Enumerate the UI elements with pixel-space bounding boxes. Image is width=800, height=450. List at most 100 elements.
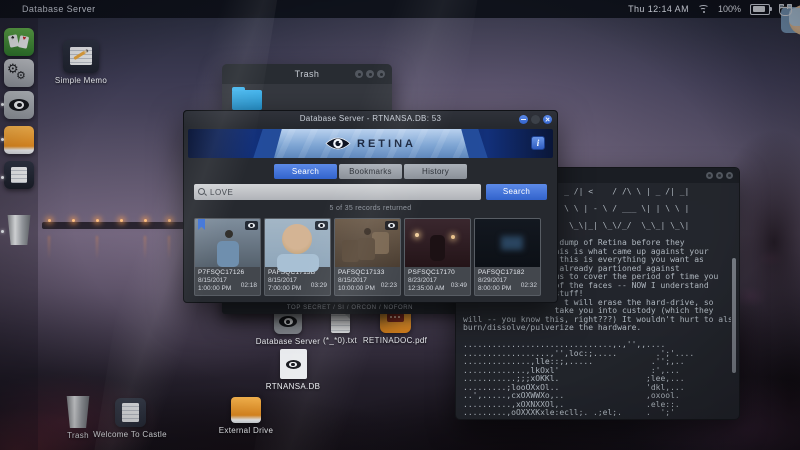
- running-indicator: [1, 103, 4, 106]
- active-app-title: Database Server: [22, 4, 96, 14]
- retina-logo-text: RETINA: [357, 137, 416, 150]
- record-time: 10:00:00 PM: [338, 285, 375, 292]
- database-server-window: Database Server - RTNANSA.DB: 53 RETINA …: [183, 110, 558, 303]
- record-duration: 02:23: [380, 281, 397, 289]
- record-id: PAFSQC17182: [478, 269, 525, 276]
- video-thumbnail: [335, 219, 400, 267]
- gear-icon: ⚙: [16, 70, 26, 82]
- record-id: PAFSQC17133: [338, 269, 385, 276]
- external-drive-icon: [231, 397, 261, 423]
- record-date: 8/29/2017: [478, 277, 507, 284]
- record-time: 7:00:00 PM: [268, 285, 302, 292]
- record-card[interactable]: PAFSQC1713B 8/15/2017 7:00:00 PM 03:29: [264, 218, 331, 296]
- viewed-eye-icon: [245, 221, 258, 230]
- desktop-icon-rtnansa-db[interactable]: RTNANSA.DB: [263, 349, 323, 391]
- text-file-icon: [330, 311, 350, 333]
- record-date: 8/15/2017: [268, 277, 297, 284]
- record-card[interactable]: PAFSQC17182 8/29/2017 8:00:00 PM 02:32: [474, 218, 541, 296]
- record-id: PSFSQC17170: [408, 269, 456, 276]
- record-date: 8/15/2017: [198, 277, 227, 284]
- record-time: 1:00:00 PM: [198, 285, 232, 292]
- eye-icon: [279, 316, 297, 327]
- dock-item-solitaire[interactable]: ♠ ♥: [4, 28, 34, 56]
- dock-item-trash[interactable]: [7, 215, 31, 245]
- record-duration: 03:29: [310, 281, 327, 289]
- search-field[interactable]: [194, 184, 481, 200]
- desktop-icon-welcome-to-castle[interactable]: Welcome To Castle: [93, 398, 167, 439]
- tab-history[interactable]: History: [404, 164, 467, 179]
- tab-bookmarks[interactable]: Bookmarks: [339, 164, 402, 179]
- document-app-icon: [114, 398, 146, 427]
- eye-icon: [285, 360, 301, 369]
- info-button[interactable]: i: [531, 136, 545, 150]
- maximize-button[interactable]: [366, 70, 374, 78]
- help-button[interactable]: [531, 115, 540, 124]
- background-pier: [42, 212, 192, 272]
- video-thumbnail: [475, 219, 540, 267]
- retina-banner: RETINA i: [188, 129, 553, 158]
- record-duration: 02:32: [520, 281, 537, 289]
- desktop-icon-txt-file[interactable]: (*_*0).txt: [314, 311, 366, 345]
- search-icon: [198, 187, 207, 197]
- db-tabs: Search Bookmarks History: [184, 164, 557, 179]
- wifi-icon: [697, 5, 709, 13]
- dock-item-memo[interactable]: [4, 161, 34, 189]
- video-thumbnail: [195, 219, 260, 268]
- minimize-button[interactable]: [706, 172, 713, 179]
- close-button[interactable]: [543, 115, 552, 124]
- record-cards: P7FSQC17126 8/15/2017 1:00:00 PM 02:18 P…: [194, 218, 557, 296]
- eye-icon: [9, 99, 29, 111]
- desktop-icon-external-drive[interactable]: External Drive: [218, 397, 274, 435]
- video-thumbnail: [405, 219, 470, 267]
- folder-icon[interactable]: [232, 87, 262, 110]
- video-thumbnail: [265, 219, 330, 272]
- record-date: 8/15/2017: [338, 277, 367, 284]
- viewed-eye-icon: [385, 221, 398, 230]
- search-input[interactable]: [210, 184, 479, 200]
- desktop-icon-simple-memo[interactable]: Simple Memo: [55, 40, 107, 85]
- record-card[interactable]: P7FSQC17126 8/15/2017 1:00:00 PM 02:18: [194, 218, 261, 296]
- running-indicator: [1, 176, 4, 179]
- record-time: 12:35:00 AM: [408, 285, 445, 292]
- dock-item-database-server[interactable]: [4, 91, 34, 119]
- maximize-button[interactable]: [716, 172, 723, 179]
- results-count: 5 of 35 records returned: [329, 205, 412, 212]
- minimize-button[interactable]: [355, 70, 363, 78]
- dock: ♠ ♥ ⚙ ⚙: [0, 18, 38, 450]
- tab-search[interactable]: Search: [274, 164, 337, 179]
- playing-card-icon: ♥: [17, 35, 30, 49]
- classification-text: TOP SECRET / SI / ORCON / NOFORN: [286, 305, 414, 311]
- running-indicator: [1, 138, 4, 141]
- terminal-scrollbar[interactable]: [732, 258, 736, 373]
- battery-percent: 100%: [717, 4, 741, 14]
- record-date: 8/23/2017: [408, 277, 437, 284]
- database-file-icon: [279, 349, 307, 379]
- db-window-title: Database Server - RTNANSA.DB: 53: [299, 114, 442, 123]
- battery-icon: [750, 3, 772, 15]
- viewed-eye-icon: [315, 221, 328, 230]
- desktop: Database Server Thu 12:14 AM 100% ♠ ♥ ⚙ …: [0, 0, 800, 450]
- dock-item-settings[interactable]: ⚙ ⚙: [4, 59, 34, 87]
- retina-eye-logo-icon: [325, 137, 351, 150]
- search-button[interactable]: Search: [486, 184, 547, 200]
- top-bar: Database Server Thu 12:14 AM 100%: [0, 0, 800, 36]
- record-duration: 02:18: [240, 281, 257, 289]
- memo-app-icon: [63, 40, 99, 73]
- close-button[interactable]: [726, 172, 733, 179]
- trash-can-icon: [66, 396, 90, 428]
- record-card[interactable]: PSFSQC17170 8/23/2017 12:35:00 AM 03:49: [404, 218, 471, 296]
- clock: Thu 12:14 AM: [628, 4, 689, 14]
- db-window-titlebar[interactable]: Database Server - RTNANSA.DB: 53: [184, 111, 557, 127]
- record-card[interactable]: PAFSQC17133 8/15/2017 10:00:00 PM 02:23: [334, 218, 401, 296]
- running-indicator: [1, 230, 4, 233]
- castle-menu-icon[interactable]: [779, 4, 800, 36]
- record-duration: 03:49: [450, 281, 467, 289]
- bookmark-icon: [198, 219, 205, 230]
- dock-item-external-drive[interactable]: [4, 126, 34, 154]
- memo-paper-icon: [11, 167, 27, 183]
- record-id: P7FSQC17126: [198, 269, 245, 276]
- minimize-button[interactable]: [519, 115, 528, 124]
- close-button[interactable]: [377, 70, 385, 78]
- trash-window-titlebar[interactable]: Trash: [222, 64, 392, 84]
- record-time: 8:00:00 PM: [478, 285, 512, 292]
